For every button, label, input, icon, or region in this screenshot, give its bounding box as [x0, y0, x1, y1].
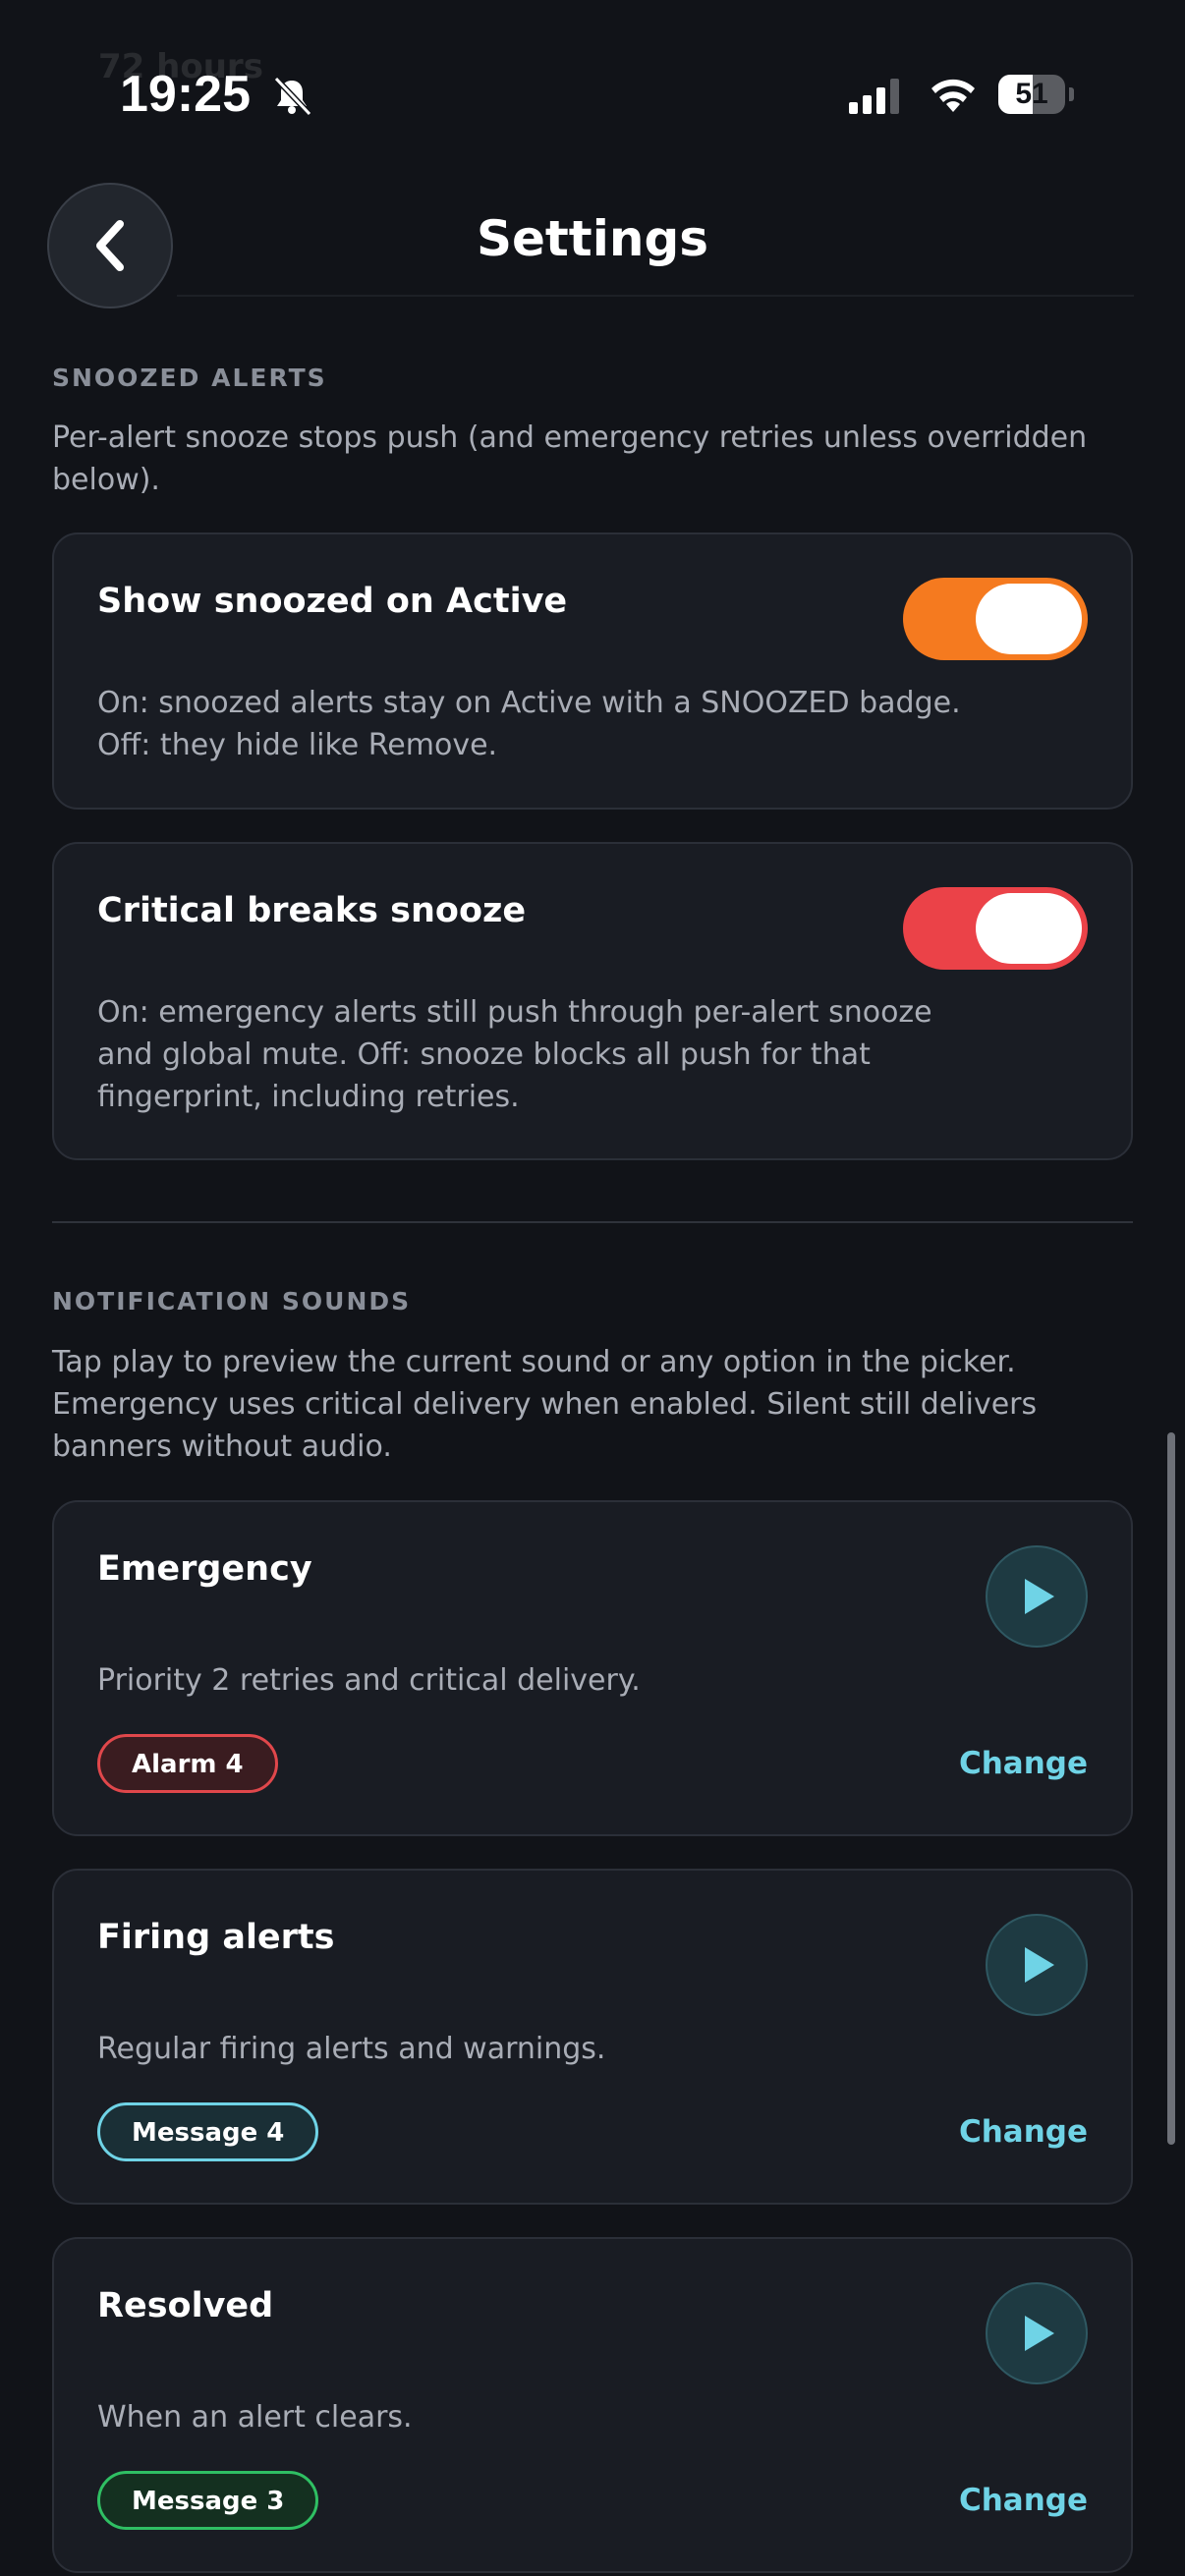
critical-breaks-snooze-title: Critical breaks snooze [97, 891, 527, 930]
change-sound-button[interactable]: Change [959, 1746, 1088, 1781]
page-title: Settings [476, 210, 708, 267]
snoozed-alerts-heading: SNOOZED ALERTS [52, 364, 327, 392]
sound-card-description: Priority 2 retries and critical delivery… [97, 1663, 641, 1698]
critical-breaks-snooze-toggle[interactable] [903, 887, 1088, 970]
status-time: 19:25 [120, 66, 251, 123]
play-preview-button[interactable] [986, 2282, 1088, 2384]
show-snoozed-title: Show snoozed on Active [97, 582, 568, 621]
play-icon [1025, 1947, 1054, 1983]
show-snoozed-toggle[interactable] [903, 578, 1088, 660]
current-sound-badge: Message 4 [97, 2102, 319, 2161]
show-snoozed-description: On: snoozed alerts stay on Active with a… [97, 686, 961, 762]
cellular-signal-icon [849, 79, 899, 114]
snoozed-alerts-description: Per-alert snooze stops push (and emergen… [52, 420, 1088, 497]
show-snoozed-card: Show snoozed on Active On: snoozed alert… [52, 532, 1133, 810]
sound-card-title: Resolved [97, 2286, 274, 2325]
toggle-knob [976, 584, 1082, 654]
play-icon [1025, 1579, 1054, 1614]
sound-card-description: When an alert clears. [97, 2400, 413, 2435]
notification-sounds-heading: NOTIFICATION SOUNDS [52, 1287, 412, 1316]
scrollbar[interactable] [1167, 1432, 1175, 2145]
change-sound-button[interactable]: Change [959, 2483, 1088, 2518]
header-divider [177, 295, 1134, 297]
battery-indicator: 51 [998, 75, 1075, 114]
critical-breaks-snooze-description: On: emergency alerts still push through … [97, 995, 932, 1114]
notification-sounds-description: Tap play to preview the current sound or… [52, 1345, 1038, 1464]
sound-card-emergency: Emergency Priority 2 retries and critica… [52, 1500, 1133, 1836]
sound-card-resolved: Resolved When an alert clears. Message 3… [52, 2237, 1133, 2573]
play-icon [1025, 2316, 1054, 2351]
critical-breaks-snooze-card: Critical breaks snooze On: emergency ale… [52, 842, 1133, 1160]
toggle-knob [976, 893, 1082, 964]
change-sound-button[interactable]: Change [959, 2114, 1088, 2150]
play-preview-button[interactable] [986, 1914, 1088, 2016]
sound-card-title: Emergency [97, 1549, 312, 1589]
sound-card-firing-alerts: Firing alerts Regular firing alerts and … [52, 1869, 1133, 2205]
battery-percentage: 51 [1015, 78, 1048, 110]
section-divider [52, 1221, 1133, 1223]
play-preview-button[interactable] [986, 1545, 1088, 1648]
sound-card-title: Firing alerts [97, 1918, 335, 1957]
current-sound-badge: Message 3 [97, 2471, 319, 2530]
bell-muted-icon [273, 76, 312, 117]
current-sound-badge: Alarm 4 [97, 1734, 278, 1793]
sound-card-description: Regular firing alerts and warnings. [97, 2032, 606, 2066]
wifi-icon [931, 79, 975, 112]
status-bar: 72 hours 19:25 51 [0, 0, 1185, 187]
